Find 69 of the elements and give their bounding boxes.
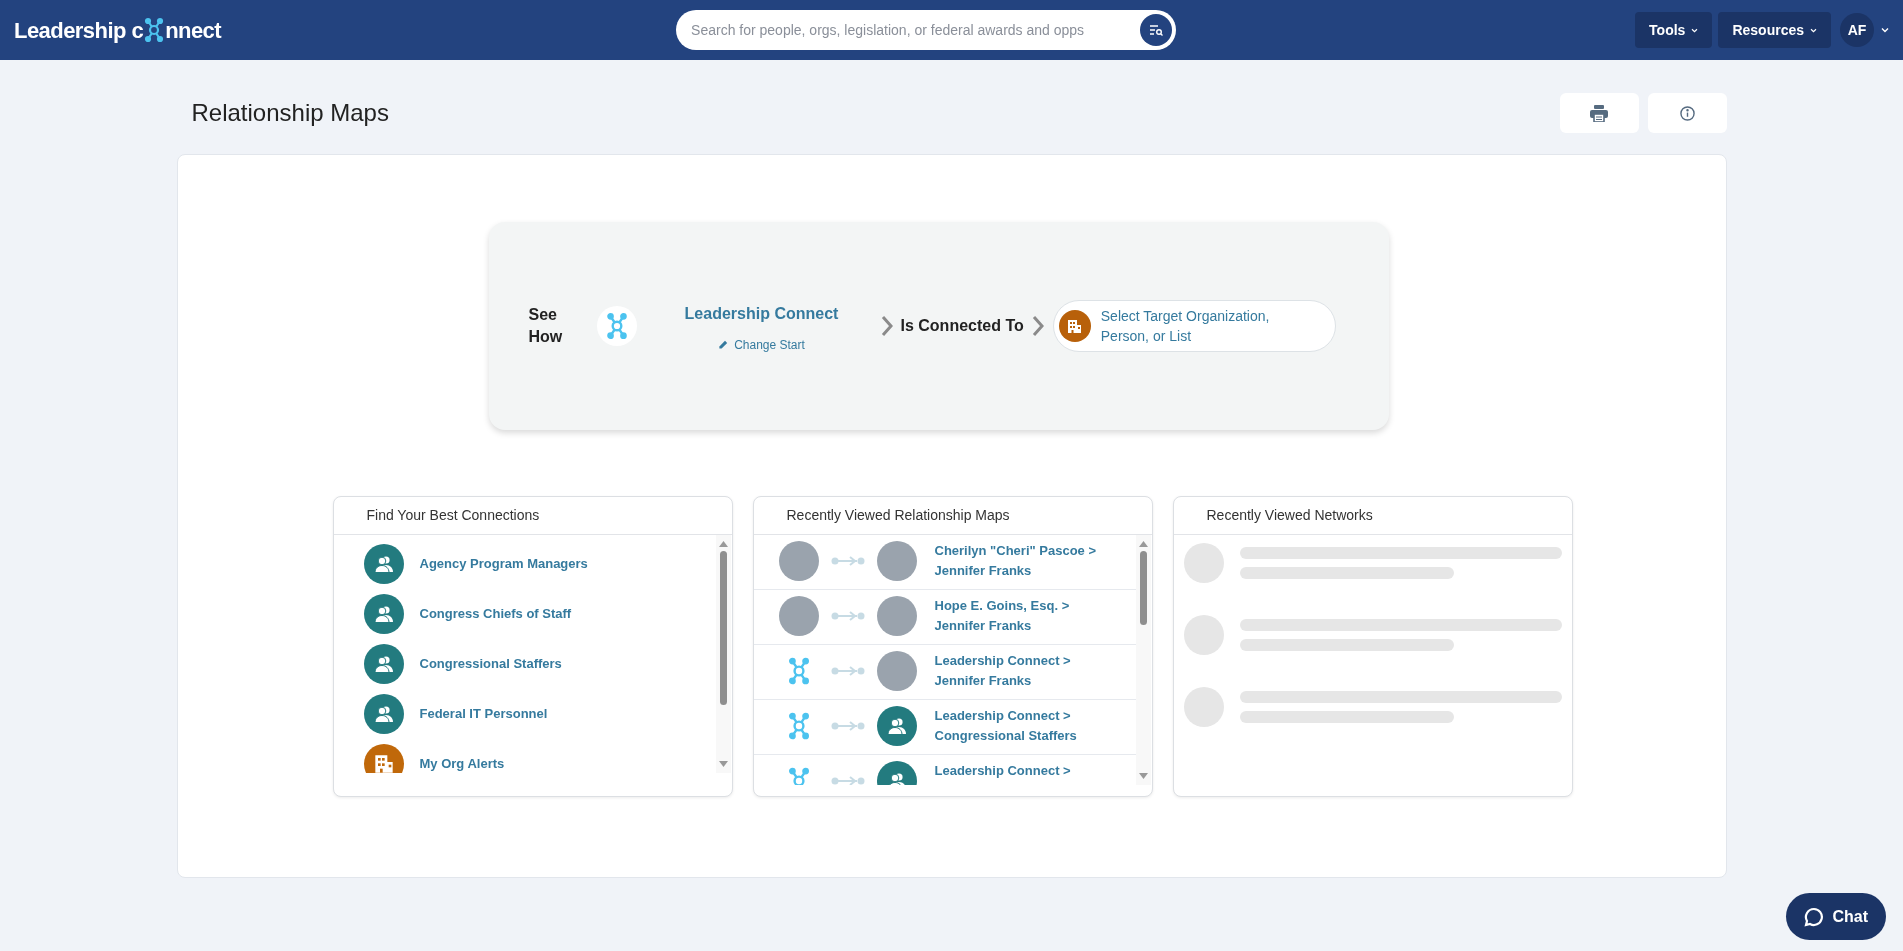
chevron-icon <box>1031 315 1044 337</box>
logo-text[interactable]: Leadership c <box>14 13 144 47</box>
group-icon <box>363 694 404 734</box>
photo-placeholder <box>876 541 917 581</box>
group-icon <box>876 706 917 746</box>
caret-icon <box>1691 27 1699 33</box>
panel-title: Recently Viewed Networks <box>1173 497 1572 535</box>
lead-text: See How <box>528 305 564 347</box>
photo-placeholder <box>876 651 917 691</box>
group-icon <box>363 544 404 584</box>
network-logo-icon <box>605 312 628 340</box>
scroll-up-arrow-icon[interactable] <box>718 541 728 547</box>
map-link[interactable]: Leadership Connect > <box>934 761 1071 781</box>
connection-link[interactable]: Federal IT Personnel <box>419 704 548 724</box>
connection-arrow-icon <box>830 721 865 731</box>
loading-placeholder <box>1183 543 1224 583</box>
loading-placeholder <box>1183 687 1224 727</box>
map-link[interactable]: Leadership Connect > Jennifer Franks <box>934 651 1071 691</box>
connection-link[interactable]: My Org Alerts <box>419 754 505 773</box>
print-button[interactable] <box>1559 93 1639 133</box>
scrollbar[interactable] <box>1135 535 1151 785</box>
connection-arrow-icon <box>830 776 865 785</box>
connection-arrow-icon <box>830 556 865 566</box>
logo-text[interactable]: nnect <box>165 13 222 47</box>
connection-arrow-icon <box>830 666 865 676</box>
caret-icon[interactable] <box>1881 27 1889 33</box>
info-button[interactable] <box>1647 93 1727 133</box>
pencil-icon <box>718 340 729 350</box>
info-icon <box>1679 105 1695 121</box>
map-link[interactable]: Cherilyn "Cheri" Pascoe > Jennifer Franks <box>934 541 1097 581</box>
scroll-down-arrow-icon[interactable] <box>1138 773 1148 779</box>
menu-button[interactable]: Tools <box>1635 12 1713 48</box>
connection-link[interactable]: Agency Program Managers <box>419 554 588 574</box>
scrollbar-thumb[interactable] <box>1139 551 1147 625</box>
chat-bubble-icon <box>1804 906 1825 927</box>
change-start-link[interactable]: Change Start <box>718 336 805 354</box>
map-link[interactable]: Hope E. Goins, Esq. > Jennifer Franks <box>934 596 1070 636</box>
loading-placeholder <box>1183 615 1224 655</box>
target-placeholder: Select Target Organization, Person, or List <box>1100 307 1271 346</box>
scroll-up-arrow-icon[interactable] <box>1138 541 1148 547</box>
building-icon <box>1058 310 1091 342</box>
photo-placeholder <box>778 596 819 636</box>
search-field[interactable]: Search for people, orgs, legislation, or federal awards and opps <box>676 10 1177 50</box>
panel-title: Recently Viewed Relationship Maps <box>753 497 1152 535</box>
relation-text: Is Connected To <box>900 316 1024 336</box>
panel-title: Find Your Best Connections <box>333 497 732 535</box>
target-selector[interactable]: Select Target Organization, Person, or List <box>1052 300 1336 352</box>
filter-search-icon <box>1149 24 1164 36</box>
group-icon <box>363 644 404 684</box>
menu-button[interactable]: Resources <box>1718 12 1831 48</box>
caret-icon <box>1810 27 1817 33</box>
chevron-icon <box>880 315 893 337</box>
scrollbar[interactable] <box>715 535 731 773</box>
scrollbar-thumb[interactable] <box>719 551 727 705</box>
chat-button[interactable]: Chat <box>1786 893 1886 940</box>
connection-link[interactable]: Congressional Staffers <box>419 654 562 674</box>
map-link[interactable]: Leadership Connect > Congressional Staffers <box>934 706 1077 746</box>
photo-placeholder <box>778 541 819 581</box>
user-avatar[interactable]: AF <box>1840 13 1874 47</box>
scroll-down-arrow-icon[interactable] <box>718 761 728 767</box>
connection-link[interactable]: Congress Chiefs of Staff <box>419 604 572 624</box>
page-title: Relationship Maps <box>191 98 389 128</box>
photo-placeholder <box>876 596 917 636</box>
building-icon <box>363 744 404 773</box>
connection-arrow-icon <box>830 611 865 621</box>
group-icon <box>363 594 404 634</box>
logo-icon <box>144 17 165 43</box>
start-link[interactable]: Leadership Connect <box>684 302 839 326</box>
print-icon <box>1590 104 1608 122</box>
